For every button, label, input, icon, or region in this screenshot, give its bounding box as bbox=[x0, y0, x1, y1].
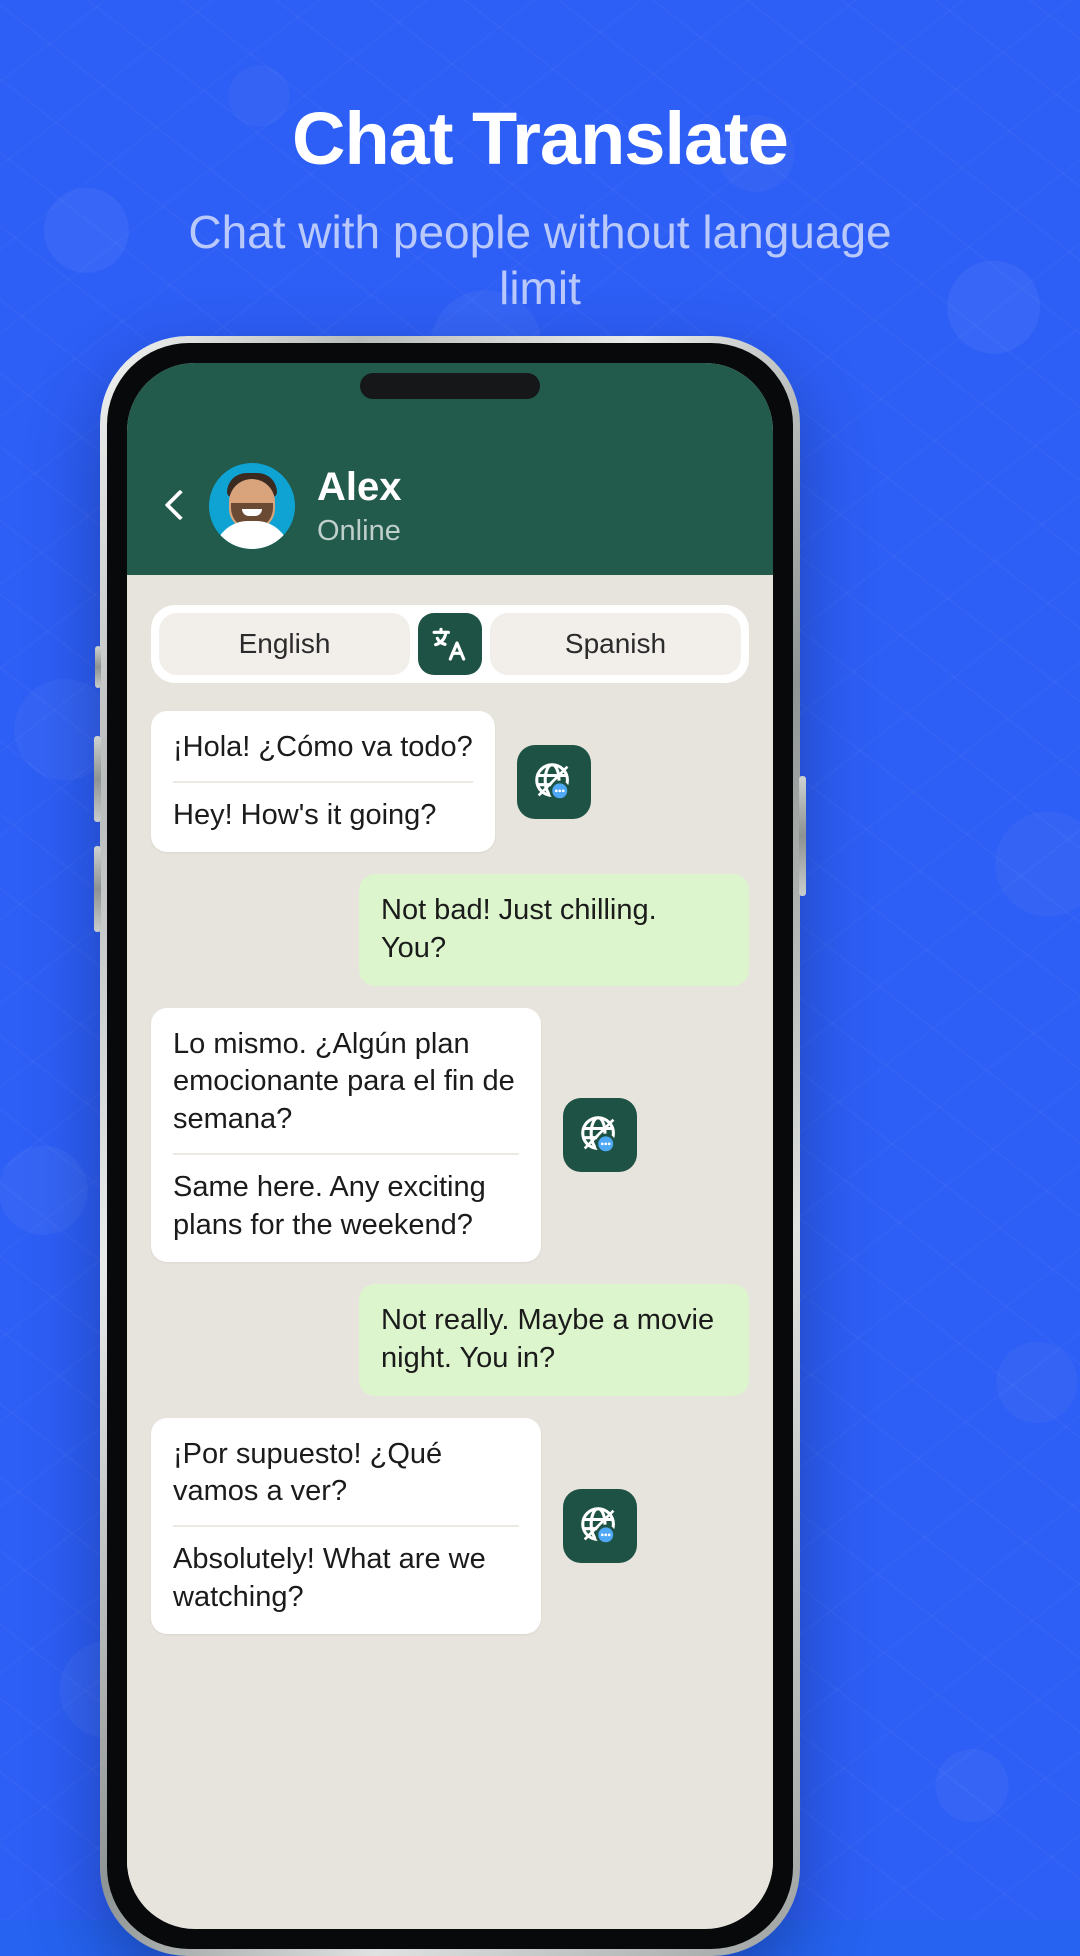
phone-frame: Alex Online English Spanish ¡Hola! ¿Cómo… bbox=[100, 336, 800, 1956]
language-bar-container: English Spanish bbox=[127, 575, 773, 689]
outgoing-message-bubble[interactable]: Not really. Maybe a movie night. You in? bbox=[359, 1284, 749, 1396]
incoming-message-bubble[interactable]: Lo mismo. ¿Algún plan emocionante para e… bbox=[151, 1007, 541, 1263]
phone-button-volume-up[interactable] bbox=[94, 736, 101, 822]
chat-message-list[interactable]: ¡Hola! ¿Cómo va todo? Hey! How's it goin… bbox=[127, 689, 773, 1923]
message-translated-text: Hey! How's it going? bbox=[173, 798, 437, 831]
message-row: Not bad! Just chilling. You? bbox=[151, 874, 749, 986]
incoming-message-bubble[interactable]: ¡Hola! ¿Cómo va todo? Hey! How's it goin… bbox=[151, 711, 495, 853]
phone-button-power[interactable] bbox=[799, 776, 806, 896]
source-language-selector[interactable]: English bbox=[159, 613, 410, 675]
message-translated-text: Absolutely! What are we watching? bbox=[173, 1542, 486, 1613]
globe-translate-icon[interactable] bbox=[516, 744, 591, 819]
globe-translate-icon[interactable] bbox=[563, 1097, 637, 1172]
phone-mockup: Alex Online English Spanish ¡Hola! ¿Cómo… bbox=[94, 336, 806, 1956]
message-original-text: Lo mismo. ¿Algún plan emocionante para e… bbox=[173, 1026, 519, 1155]
outgoing-message-bubble[interactable]: Not bad! Just chilling. You? bbox=[359, 874, 749, 986]
avatar[interactable] bbox=[209, 463, 295, 549]
target-language-selector[interactable]: Spanish bbox=[490, 613, 741, 675]
phone-button-silent[interactable] bbox=[95, 646, 101, 688]
page-subtitle: Chat with people without language limit bbox=[188, 205, 892, 314]
page-title: Chat Translate bbox=[292, 97, 789, 180]
message-original-text: ¡Por supuesto! ¿Qué vamos a ver? bbox=[173, 1436, 519, 1527]
language-selector-bar: English Spanish bbox=[151, 605, 749, 683]
phone-bezel: Alex Online English Spanish ¡Hola! ¿Cómo… bbox=[107, 343, 793, 1949]
translate-icon[interactable] bbox=[418, 613, 482, 675]
phone-button-volume-down[interactable] bbox=[94, 846, 101, 932]
hero-section: Chat Translate Chat with people without … bbox=[0, 0, 1080, 316]
message-row: Lo mismo. ¿Algún plan emocionante para e… bbox=[151, 1007, 749, 1263]
incoming-message-bubble[interactable]: ¡Por supuesto! ¿Qué vamos a ver? Absolut… bbox=[151, 1417, 541, 1635]
dynamic-island bbox=[360, 373, 540, 399]
message-row: ¡Hola! ¿Cómo va todo? Hey! How's it goin… bbox=[151, 711, 749, 853]
contact-status: Online bbox=[317, 514, 401, 547]
contact-name: Alex bbox=[317, 464, 402, 509]
message-translated-text: Same here. Any exciting plans for the we… bbox=[173, 1170, 486, 1241]
back-chevron-icon[interactable] bbox=[157, 489, 191, 523]
message-row: ¡Por supuesto! ¿Qué vamos a ver? Absolut… bbox=[151, 1417, 749, 1635]
globe-translate-icon[interactable] bbox=[563, 1488, 637, 1563]
message-original-text: ¡Hola! ¿Cómo va todo? bbox=[173, 729, 473, 783]
phone-screen: Alex Online English Spanish ¡Hola! ¿Cómo… bbox=[127, 363, 773, 1929]
message-row: Not really. Maybe a movie night. You in? bbox=[151, 1284, 749, 1396]
